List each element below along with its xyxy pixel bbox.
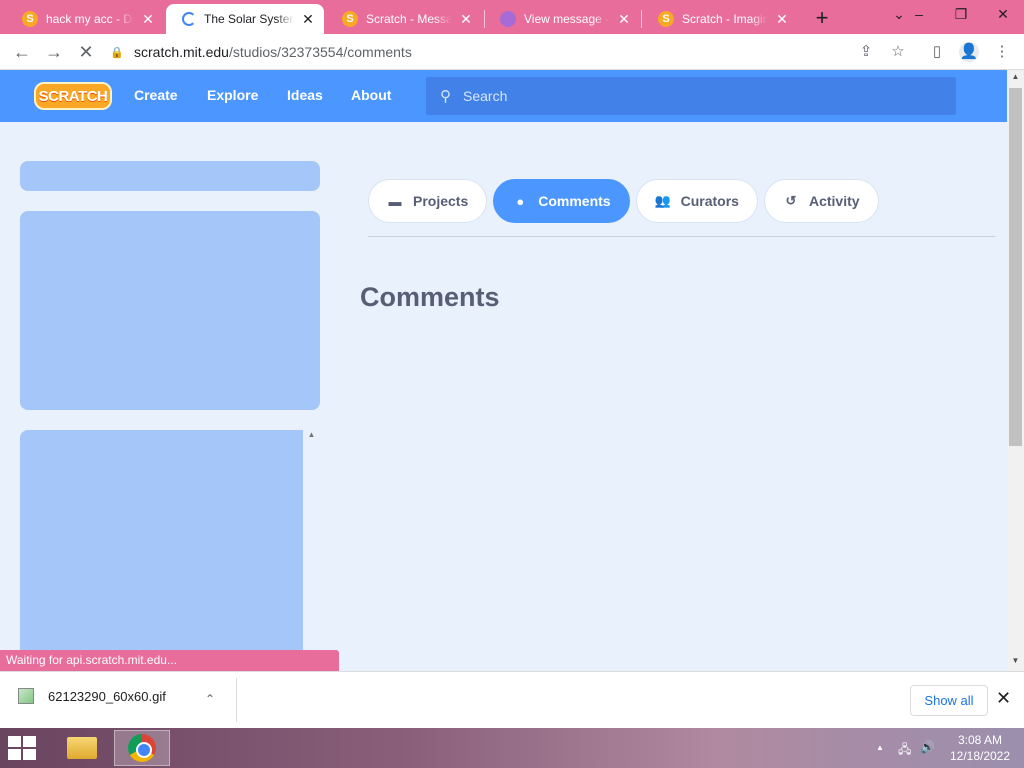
tab-activity[interactable]: ↺ Activity (763, 179, 879, 223)
browser-tab-title: Scratch - Imagine (682, 12, 768, 26)
scratch-cat-icon: S (658, 11, 674, 27)
loading-spinner-icon (182, 12, 196, 26)
close-icon[interactable]: ✕ (458, 11, 474, 28)
scratch-navbar: SCRATCH Create Explore Ideas About ⚲ (0, 70, 1007, 122)
page-title: Comments (360, 282, 500, 312)
scroll-up-arrow-icon[interactable]: ▲ (1007, 72, 1024, 81)
scrollbar-thumb[interactable] (1009, 88, 1022, 446)
forward-arrow-icon[interactable]: → (42, 41, 66, 63)
studio-title-placeholder (20, 161, 320, 191)
browser-tab-scratch-messages[interactable]: S Scratch - Messag ✕ (326, 4, 482, 34)
nav-about-link[interactable]: About (351, 87, 391, 103)
scroll-down-arrow-icon[interactable]: ▼ (1007, 656, 1024, 665)
browser-tab-solar-system[interactable]: The Solar System ✕ (166, 4, 324, 34)
tab-projects-label: Projects (413, 193, 469, 209)
windows-taskbar: ▲ 🖧 🔊 3:08 AM 12/18/2022 (0, 728, 1024, 768)
url-host: scratch.mit.edu (134, 44, 229, 60)
clock-time: 3:08 AM (957, 733, 1003, 747)
minimize-icon[interactable]: – (904, 6, 934, 22)
download-item[interactable]: 62123290_60x60.gif (18, 688, 166, 704)
tab-comments-label: Comments (538, 193, 611, 209)
projects-icon: ▬ (388, 193, 402, 209)
browser-tab-scratch-imagine[interactable]: S Scratch - Imagine ✕ (642, 4, 798, 34)
tab-activity-label: Activity (808, 193, 860, 209)
tab-curators-label: Curators (680, 193, 739, 209)
studio-description-placeholder (20, 430, 303, 660)
windows-start-icon[interactable] (8, 736, 38, 760)
page-scrollbar[interactable]: ▲ ▼ (1007, 70, 1024, 671)
close-icon[interactable]: ✕ (300, 11, 316, 28)
scratch-cat-icon: S (22, 11, 38, 27)
nav-create-link[interactable]: Create (134, 87, 178, 103)
clock-date: 12/18/2022 (949, 749, 1011, 763)
download-separator (236, 678, 237, 722)
close-icon[interactable]: ✕ (616, 11, 632, 28)
download-file-name: 62123290_60x60.gif (48, 688, 166, 704)
stop-loading-x-icon[interactable]: ✕ (74, 41, 98, 63)
nav-ideas-link[interactable]: Ideas (287, 87, 323, 103)
back-arrow-icon[interactable]: ← (10, 41, 34, 63)
taskbar-file-explorer[interactable] (54, 730, 110, 766)
browser-tab-view-message[interactable]: View message - I ✕ (484, 4, 640, 34)
tray-chevron-up-icon[interactable]: ▲ (876, 743, 884, 752)
folder-icon (67, 737, 97, 759)
chevron-up-icon[interactable]: ⌃ (205, 692, 215, 706)
side-panel-icon[interactable]: ▯ (927, 42, 947, 62)
taskbar-chrome[interactable] (114, 730, 170, 766)
browser-tab-title: The Solar System (204, 12, 294, 26)
gif-file-icon (18, 688, 34, 704)
tab-projects[interactable]: ▬ Projects (368, 179, 488, 223)
nav-explore-link[interactable]: Explore (207, 87, 258, 103)
close-icon[interactable]: ✕ (140, 11, 156, 28)
studio-thumbnail-placeholder (20, 211, 320, 410)
search-bar: ⚲ (426, 77, 956, 115)
url-text: scratch.mit.edu/studios/32373554/comment… (134, 44, 412, 60)
browser-tab-title: View message - I (524, 12, 610, 26)
menu-kebab-icon[interactable]: ⋮ (992, 42, 1012, 62)
browser-tab-strip: S hack my acc - Dis ✕ The Solar System ✕… (0, 0, 1024, 34)
purple-circle-icon (500, 11, 516, 27)
new-tab-plus-icon[interactable]: + (810, 5, 834, 31)
status-bubble: Waiting for api.scratch.mit.edu... (0, 650, 339, 671)
tab-curators[interactable]: 👥 Curators (635, 179, 758, 223)
scroll-up-arrow-icon[interactable]: ▲ (303, 430, 320, 439)
window-close-icon[interactable]: ✕ (988, 6, 1018, 23)
address-bar[interactable]: 🔒 scratch.mit.edu/studios/32373554/comme… (110, 38, 920, 66)
lock-icon[interactable]: 🔒 (110, 46, 124, 59)
volume-icon[interactable]: 🔊 (920, 740, 935, 754)
browser-tab-hack-my-acc[interactable]: S hack my acc - Dis ✕ (6, 4, 164, 34)
close-icon[interactable]: ✕ (996, 688, 1011, 709)
history-icon: ↺ (785, 193, 797, 208)
taskbar-clock[interactable]: 3:08 AM 12/18/2022 (944, 732, 1016, 764)
tab-divider (368, 236, 995, 237)
browser-tab-title: Scratch - Messag (366, 12, 452, 26)
network-icon[interactable]: 🖧 (898, 740, 911, 761)
show-all-button[interactable]: Show all (910, 685, 988, 716)
search-input[interactable] (463, 88, 903, 104)
studio-tab-bar: ▬ Projects ● Comments 👥 Curators ↺ Activ… (368, 179, 879, 223)
browser-tab-title: hack my acc - Dis (46, 12, 134, 26)
close-icon[interactable]: ✕ (774, 11, 790, 28)
profile-avatar-icon[interactable]: 👤 (959, 42, 979, 62)
browser-toolbar: ← → ✕ 🔒 scratch.mit.edu/studios/32373554… (0, 34, 1024, 70)
curators-icon: 👥 (654, 193, 671, 208)
download-shelf: 62123290_60x60.gif ⌃ Show all ✕ (0, 671, 1024, 728)
tab-comments[interactable]: ● Comments (493, 179, 630, 223)
search-icon: ⚲ (440, 88, 451, 105)
url-path: /studios/32373554/comments (228, 44, 412, 60)
chrome-icon (128, 734, 156, 762)
scratch-cat-icon: S (342, 11, 358, 27)
scratch-logo[interactable]: SCRATCH (34, 82, 112, 110)
share-icon[interactable]: ⇪ (856, 42, 876, 62)
bookmark-star-icon[interactable]: ☆ (888, 42, 908, 62)
description-scrollbar[interactable]: ▲ (303, 430, 320, 660)
comment-bubble-icon: ● (516, 193, 525, 209)
restore-icon[interactable]: ❐ (946, 6, 976, 23)
